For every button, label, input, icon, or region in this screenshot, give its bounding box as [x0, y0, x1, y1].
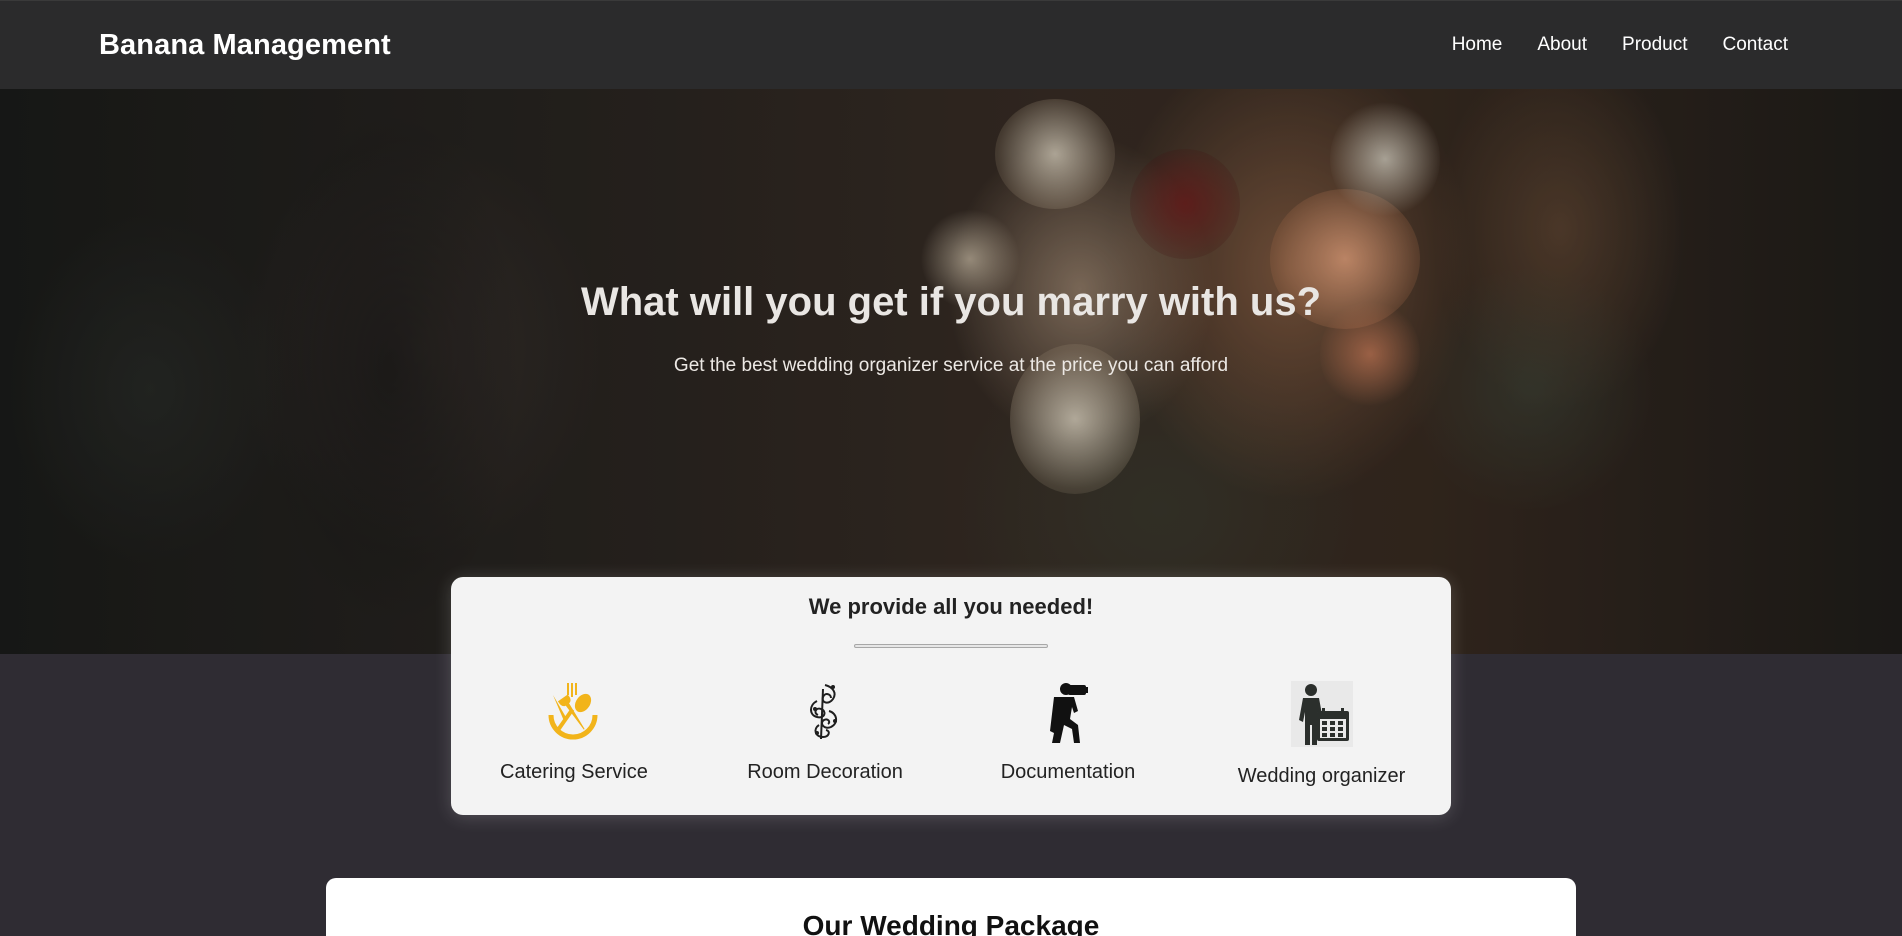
- hero-banner: What will you get if you marry with us? …: [0, 89, 1902, 654]
- service-item-decoration[interactable]: Room Decoration: [745, 681, 905, 784]
- package-section-title: Our Wedding Package: [802, 910, 1100, 936]
- service-item-documentation[interactable]: Documentation: [998, 681, 1138, 784]
- hero-title: What will you get if you marry with us?: [580, 280, 1322, 324]
- decoration-icon: [803, 681, 847, 743]
- service-label-documentation: Documentation: [1000, 761, 1136, 783]
- wedding-package-card: Our Wedding Package: [326, 878, 1576, 936]
- catering-icon: [543, 681, 603, 743]
- services-title: We provide all you needed!: [808, 594, 1094, 619]
- organizer-calendar-icon: [1290, 681, 1353, 747]
- service-label-decoration: Room Decoration: [747, 761, 903, 783]
- navbar: Banana Management Home About Product Con…: [0, 0, 1902, 89]
- service-label-catering: Catering Service: [500, 761, 648, 783]
- camera-photographer-icon: [1046, 681, 1090, 743]
- service-label-organizer: Wedding organizer: [1237, 765, 1406, 787]
- nav-link-product[interactable]: Product: [1622, 34, 1687, 56]
- nav-link-contact[interactable]: Contact: [1723, 34, 1788, 56]
- services-card: We provide all you needed! Catering Serv…: [451, 577, 1451, 815]
- service-item-catering[interactable]: Catering Service: [500, 681, 648, 784]
- nav-links: Home About Product Contact: [1452, 34, 1788, 56]
- brand-logo-text[interactable]: Banana Management: [99, 29, 391, 62]
- hero-subtitle: Get the best wedding organizer service a…: [673, 355, 1229, 376]
- services-divider: [854, 644, 1048, 648]
- nav-link-about[interactable]: About: [1537, 34, 1587, 56]
- service-item-organizer[interactable]: Wedding organizer: [1234, 681, 1409, 788]
- nav-link-home[interactable]: Home: [1452, 34, 1503, 56]
